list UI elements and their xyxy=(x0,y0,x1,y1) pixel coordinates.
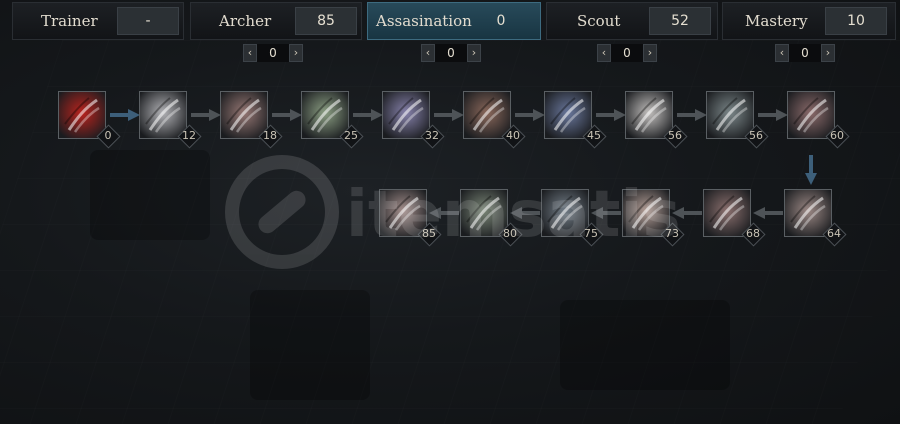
skill-slot[interactable]: 68 xyxy=(703,189,766,247)
tab-value: 10 xyxy=(825,7,887,35)
skill-level: 80 xyxy=(503,227,517,240)
arrow-right-icon xyxy=(758,109,788,121)
increase-button[interactable]: › xyxy=(643,44,657,62)
skill-slot[interactable]: 0 xyxy=(58,91,121,149)
skill-slot[interactable]: 73 xyxy=(622,189,685,247)
skill-slot[interactable]: 18 xyxy=(220,91,283,149)
skill-slot[interactable]: 64 xyxy=(784,189,847,247)
tab-assasination[interactable]: Assasination 0 xyxy=(367,2,541,40)
skill-slot[interactable]: 75 xyxy=(541,189,604,247)
arrow-left-icon xyxy=(510,207,540,219)
increase-button[interactable]: › xyxy=(821,44,835,62)
skill-slot[interactable]: 60 xyxy=(787,91,850,149)
arrow-left-icon xyxy=(672,207,702,219)
skill-level: 60 xyxy=(830,129,844,142)
tab-value: 52 xyxy=(649,7,711,35)
skill-level: 64 xyxy=(827,227,841,240)
skill-level-badge: 0 xyxy=(96,124,121,149)
skill-level-badge: 32 xyxy=(420,124,445,149)
tab-label: Scout xyxy=(577,12,621,30)
arrow-right-icon xyxy=(596,109,626,121)
skill-level-badge: 45 xyxy=(582,124,607,149)
stepper-value: 0 xyxy=(789,44,821,62)
skill-level-badge: 25 xyxy=(339,124,364,149)
skill-level: 73 xyxy=(665,227,679,240)
skill-slot[interactable]: 12 xyxy=(139,91,202,149)
tab-scout[interactable]: Scout 52 xyxy=(546,2,718,40)
stepper-value: 0 xyxy=(257,44,289,62)
increase-button[interactable]: › xyxy=(467,44,481,62)
arrow-down-icon xyxy=(805,155,817,185)
skill-slot[interactable]: 85 xyxy=(379,189,442,247)
skill-level: 68 xyxy=(746,227,760,240)
skill-level-badge: 75 xyxy=(579,222,604,247)
arrow-right-icon xyxy=(353,109,383,121)
skill-level: 0 xyxy=(104,129,112,142)
skill-level: 18 xyxy=(263,129,277,142)
stepper-value: 0 xyxy=(611,44,643,62)
skill-level: 56 xyxy=(668,129,682,142)
tab-value: 0 xyxy=(496,13,506,29)
arrow-left-icon xyxy=(591,207,621,219)
skill-slot[interactable]: 32 xyxy=(382,91,445,149)
tab-value: - xyxy=(117,7,179,35)
skill-level: 45 xyxy=(587,129,601,142)
tab-trainer[interactable]: Trainer - xyxy=(12,2,184,40)
decrease-button[interactable]: ‹ xyxy=(775,44,789,62)
arrow-left-icon xyxy=(429,207,459,219)
skill-slot[interactable]: 45 xyxy=(544,91,607,149)
skill-level-badge: 40 xyxy=(501,124,526,149)
tab-label: Archer xyxy=(219,12,272,30)
skill-level-badge: 60 xyxy=(825,124,850,149)
tab-value: 85 xyxy=(295,7,357,35)
arrow-right-icon xyxy=(191,109,221,121)
skill-level: 25 xyxy=(344,129,358,142)
skill-level: 85 xyxy=(422,227,436,240)
scout-stepper: ‹ 0 › xyxy=(597,44,657,62)
skill-level: 56 xyxy=(749,129,763,142)
skill-level-badge: 18 xyxy=(258,124,283,149)
arrow-right-icon xyxy=(272,109,302,121)
tab-label: Assasination xyxy=(376,12,472,30)
skill-level-badge: 56 xyxy=(663,124,688,149)
skill-level-badge: 12 xyxy=(177,124,202,149)
skill-slot[interactable]: 40 xyxy=(463,91,526,149)
tab-archer[interactable]: Archer 85 xyxy=(190,2,362,40)
arrow-right-icon xyxy=(515,109,545,121)
arrow-left-icon xyxy=(753,207,783,219)
archer-stepper: ‹ 0 › xyxy=(243,44,303,62)
assasination-stepper: ‹ 0 › xyxy=(421,44,481,62)
skill-slot[interactable]: 80 xyxy=(460,189,523,247)
skill-slot[interactable]: 56 xyxy=(706,91,769,149)
skill-level: 12 xyxy=(182,129,196,142)
skill-level: 75 xyxy=(584,227,598,240)
background-shape xyxy=(250,290,370,400)
arrow-right-icon xyxy=(677,109,707,121)
skill-level: 40 xyxy=(506,129,520,142)
background-shape xyxy=(560,300,730,390)
decrease-button[interactable]: ‹ xyxy=(597,44,611,62)
decrease-button[interactable]: ‹ xyxy=(421,44,435,62)
skill-tree-tabs: Trainer - Archer 85 Assasination 0 Scout… xyxy=(0,0,900,42)
stepper-value: 0 xyxy=(435,44,467,62)
skill-level-badge: 68 xyxy=(741,222,766,247)
decrease-button[interactable]: ‹ xyxy=(243,44,257,62)
skill-level-badge: 56 xyxy=(744,124,769,149)
skill-level: 32 xyxy=(425,129,439,142)
arrow-right-icon xyxy=(434,109,464,121)
tab-label: Trainer xyxy=(41,12,98,30)
arrow-right-icon xyxy=(110,109,140,121)
background-shape xyxy=(90,150,210,240)
skill-level-badge: 64 xyxy=(822,222,847,247)
skill-level-badge: 85 xyxy=(417,222,442,247)
mastery-stepper: ‹ 0 › xyxy=(775,44,835,62)
skill-level-badge: 73 xyxy=(660,222,685,247)
skill-slot[interactable]: 25 xyxy=(301,91,364,149)
skill-slot[interactable]: 56 xyxy=(625,91,688,149)
tab-label: Mastery xyxy=(745,12,808,30)
skill-level-badge: 80 xyxy=(498,222,523,247)
tab-mastery[interactable]: Mastery 10 xyxy=(722,2,896,40)
increase-button[interactable]: › xyxy=(289,44,303,62)
